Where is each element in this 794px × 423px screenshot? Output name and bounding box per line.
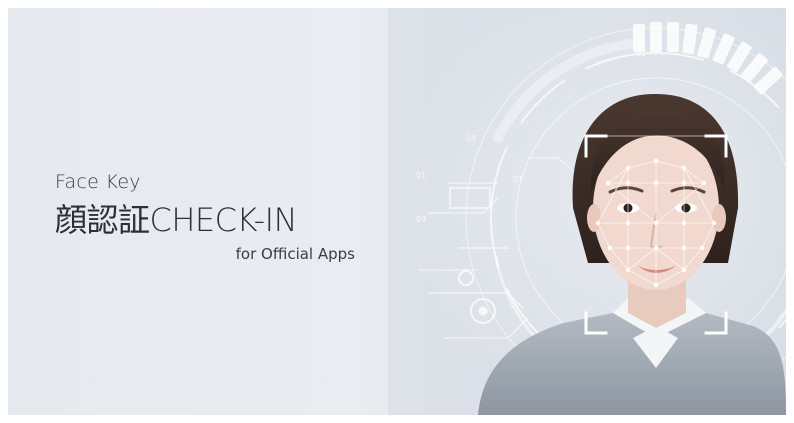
hero-banner: 0X 01 03 01 02 Face Key 顔認証CHECK-IN for … [8,8,786,415]
face-recognition-graphic: 0X 01 03 01 02 [388,8,786,415]
hud-label: 01 [416,171,426,180]
hud-label: 02 [636,49,646,58]
product-title: 顔認証CHECK-IN [55,201,298,239]
hud-label: 01 [513,175,523,184]
hud-label: 03 [416,215,426,224]
hud-label: 0X [466,134,477,143]
product-subtitle: Face Key [55,171,141,193]
product-tagline: for Official Apps [235,245,355,263]
title-block: Face Key 顔認証CHECK-IN for Official Apps [55,171,375,263]
